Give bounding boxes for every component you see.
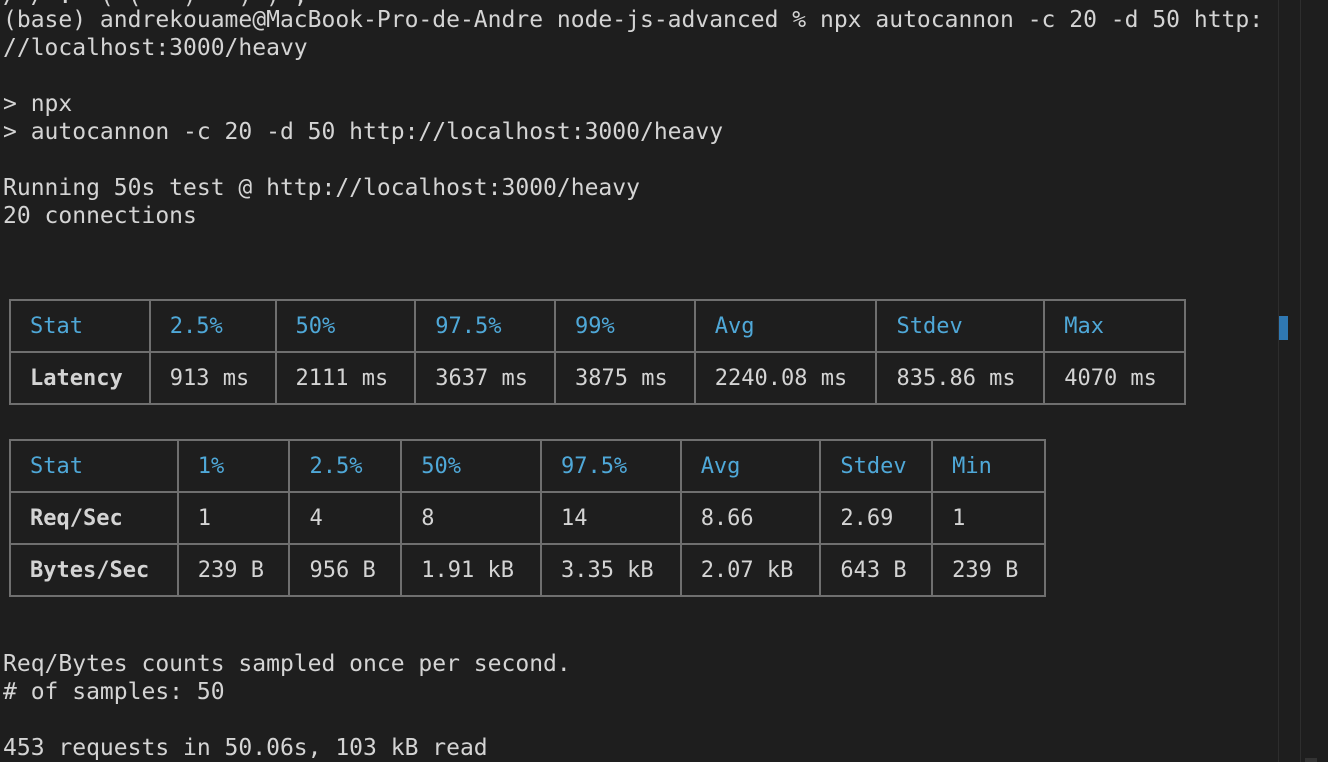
header-cell: Stat: [9, 299, 151, 353]
table-cell: 3.35 kB: [539, 543, 682, 597]
table-cell: 8: [400, 491, 542, 545]
table-cell: 2111 ms: [274, 351, 417, 405]
table-cell: 2.07 kB: [679, 543, 822, 597]
header-cell: 97.5%: [414, 299, 556, 353]
header-cell: 50%: [400, 439, 542, 493]
table-cell: 2.69: [819, 491, 934, 545]
connections-line: 20 connections: [3, 203, 197, 229]
header-cell: 97.5%: [539, 439, 682, 493]
table-cell: 8.66: [679, 491, 822, 545]
header-cell: 2.5%: [288, 439, 403, 493]
header-cell: 1%: [176, 439, 291, 493]
terminal-output[interactable]: / / . ( ( ) ) ) ; (base) andrekouame@Mac…: [0, 0, 1278, 762]
table-cell: 835.86 ms: [875, 351, 1046, 405]
autocannon-echo-line: > autocannon -c 20 -d 50 http://localhos…: [3, 119, 724, 145]
header-cell: 2.5%: [148, 299, 277, 353]
latency-table: Stat 2.5% 50% 97.5% 99% Avg Stdev Max La…: [9, 299, 1186, 405]
scrollbar-position-marker[interactable]: [1279, 316, 1288, 340]
throughput-table-header: Stat 1% 2.5% 50% 97.5% Avg Stdev Min: [9, 439, 1046, 493]
table-cell: 4070 ms: [1043, 351, 1186, 405]
table-cell: 956 B: [288, 543, 403, 597]
bytes-sec-row: Bytes/Sec 239 B 956 B 1.91 kB 3.35 kB 2.…: [9, 543, 1046, 597]
row-label: Latency: [9, 351, 151, 405]
row-label: Req/Sec: [9, 491, 179, 545]
scrollbar-track[interactable]: [1300, 0, 1301, 762]
header-cell: Stat: [9, 439, 179, 493]
table-cell: 1.91 kB: [400, 543, 542, 597]
table-cell: 643 B: [819, 543, 934, 597]
table-cell: 4: [288, 491, 403, 545]
summary-line: 453 requests in 50.06s, 103 kB read: [3, 735, 488, 761]
scrollbar-bottom-indicator: [1305, 758, 1317, 762]
throughput-table: Stat 1% 2.5% 50% 97.5% Avg Stdev Min Req…: [9, 439, 1046, 597]
table-cell: 14: [539, 491, 682, 545]
header-cell: Avg: [693, 299, 878, 353]
latency-row: Latency 913 ms 2111 ms 3637 ms 3875 ms 2…: [9, 351, 1186, 405]
table-cell: 1: [931, 491, 1046, 545]
table-cell: 3875 ms: [554, 351, 696, 405]
table-cell: 2240.08 ms: [693, 351, 878, 405]
row-label: Bytes/Sec: [9, 543, 179, 597]
header-cell: Stdev: [819, 439, 934, 493]
prompt-command-continuation: //localhost:3000/heavy: [3, 35, 308, 61]
table-cell: 3637 ms: [414, 351, 556, 405]
header-cell: Stdev: [875, 299, 1046, 353]
table-cell: 1: [176, 491, 291, 545]
prompt-command-line: (base) andrekouame@MacBook-Pro-de-Andre …: [3, 7, 1264, 33]
samples-count-line: # of samples: 50: [3, 679, 225, 705]
scrollbar-gutter[interactable]: [1278, 0, 1328, 762]
running-test-line: Running 50s test @ http://localhost:3000…: [3, 175, 640, 201]
header-cell: Min: [931, 439, 1046, 493]
header-cell: Max: [1043, 299, 1186, 353]
header-cell: Avg: [679, 439, 822, 493]
req-sec-row: Req/Sec 1 4 8 14 8.66 2.69 1: [9, 491, 1046, 545]
npx-echo-line: > npx: [3, 91, 73, 117]
table-cell: 913 ms: [148, 351, 277, 405]
header-cell: 50%: [274, 299, 417, 353]
table-cell: 239 B: [931, 543, 1046, 597]
latency-table-header: Stat 2.5% 50% 97.5% 99% Avg Stdev Max: [9, 299, 1186, 353]
table-cell: 239 B: [176, 543, 291, 597]
sampling-note-line: Req/Bytes counts sampled once per second…: [3, 651, 571, 677]
header-cell: 99%: [554, 299, 696, 353]
